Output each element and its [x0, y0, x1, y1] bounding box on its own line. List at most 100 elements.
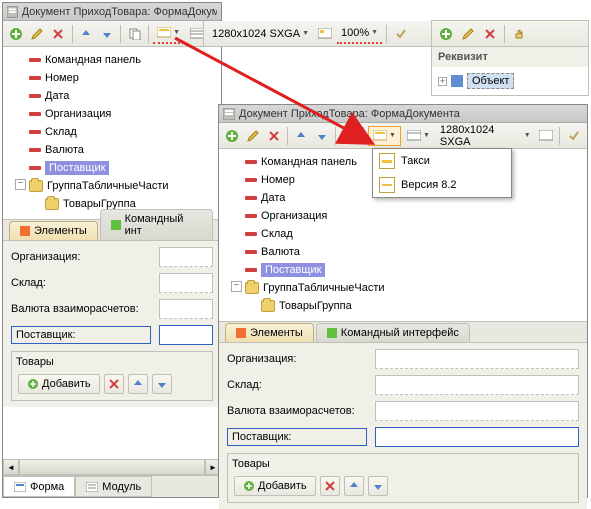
- form-area-1: Организация: Склад: Валюта взаиморасчето…: [3, 241, 221, 407]
- tabbar-2: Элементы Командный интерфейс: [219, 321, 587, 343]
- sklad-input[interactable]: [159, 273, 213, 293]
- side-obj[interactable]: + Объект: [436, 71, 584, 91]
- view-mode-dropdown[interactable]: ▼: [153, 24, 184, 44]
- form-icon: [14, 482, 26, 492]
- toolbar-1b: 1280x1024 SXGA▼ 100%▼: [203, 21, 443, 47]
- scroll-thumb[interactable]: [19, 459, 205, 475]
- side-add[interactable]: [436, 24, 456, 44]
- titlebar-2[interactable]: Документ ПриходТовара: ФормаДокумента: [219, 105, 587, 123]
- tree-group[interactable]: ГруппаТабличныеЧасти: [221, 279, 585, 297]
- delete-row-button[interactable]: [104, 374, 124, 394]
- folder-icon: [261, 300, 275, 312]
- up-button[interactable]: [292, 126, 311, 146]
- down-row-button[interactable]: [152, 374, 172, 394]
- tree-item[interactable]: Склад: [221, 225, 585, 243]
- tree-item[interactable]: Организация: [5, 105, 219, 123]
- org-input[interactable]: [375, 349, 579, 369]
- tree-root[interactable]: Командная панель: [5, 51, 219, 69]
- expand-icon[interactable]: +: [438, 77, 447, 86]
- tree-item[interactable]: Организация: [221, 207, 585, 225]
- tree-item[interactable]: Номер: [5, 69, 219, 87]
- tree-item[interactable]: Валюта: [5, 141, 219, 159]
- check-button[interactable]: [391, 24, 411, 44]
- square-icon: [236, 328, 246, 338]
- hscrollbar-1[interactable]: ◄ ►: [3, 459, 221, 475]
- post-input[interactable]: [375, 427, 579, 447]
- chevron-down-icon: ▼: [302, 30, 309, 37]
- tab-command-interface[interactable]: Командный интерфейс: [316, 323, 470, 342]
- separator: [363, 127, 364, 145]
- popup-taxi[interactable]: Такси: [373, 149, 511, 173]
- obj-icon: [451, 75, 463, 87]
- down-row-button[interactable]: [368, 476, 388, 496]
- plus-icon: [9, 27, 23, 41]
- window-1: Документ ПриходТовара: ФормаДокумента ▼ …: [2, 2, 222, 498]
- title-2: Документ ПриходТовара: ФормаДокумента: [239, 108, 460, 120]
- tab-elements[interactable]: Элементы: [9, 221, 98, 240]
- zoom-dropdown[interactable]: 100%▼: [337, 24, 382, 44]
- copy-button[interactable]: [340, 126, 359, 146]
- x-icon: [269, 131, 279, 141]
- titlebar-1[interactable]: Документ ПриходТовара: ФормаДокумента: [3, 3, 221, 21]
- field-post: Поставщик:: [11, 325, 213, 345]
- tree-item[interactable]: Валюта: [221, 243, 585, 261]
- tree-subitem[interactable]: ТоварыГруппа: [221, 297, 585, 315]
- btab-module[interactable]: Модуль: [75, 476, 152, 497]
- tree-item-selected[interactable]: Поставщик: [5, 159, 219, 177]
- delete-row-button[interactable]: [320, 476, 340, 496]
- delete-button[interactable]: [264, 126, 283, 146]
- arrow-down-icon: [373, 481, 383, 491]
- up-button[interactable]: [77, 24, 96, 44]
- edit-button[interactable]: [244, 126, 263, 146]
- preview-button[interactable]: [537, 126, 556, 146]
- down-button[interactable]: [313, 126, 332, 146]
- org-input[interactable]: [159, 247, 213, 267]
- separator: [335, 127, 336, 145]
- tabbar-1: Элементы Командный инт: [3, 219, 221, 241]
- pencil-icon: [247, 130, 259, 142]
- view-mode-dropdown-2[interactable]: ▼: [368, 126, 401, 146]
- minus-icon: [29, 112, 41, 116]
- resolution-dropdown[interactable]: 1280x1024 SXGA▼: [436, 126, 535, 146]
- up-row-button[interactable]: [128, 374, 148, 394]
- minus-icon: [245, 232, 257, 236]
- minus-icon: [245, 268, 257, 272]
- copy-button[interactable]: [125, 24, 144, 44]
- scroll-left[interactable]: ◄: [3, 459, 19, 475]
- post-input[interactable]: [159, 325, 213, 345]
- minus-icon: [245, 214, 257, 218]
- down-button[interactable]: [97, 24, 116, 44]
- preview-button[interactable]: [315, 24, 335, 44]
- resolution-dropdown[interactable]: 1280x1024 SXGA▼: [208, 24, 313, 44]
- arrow-down-icon: [102, 29, 112, 39]
- tree-1[interactable]: Командная панель Номер Дата Организация …: [3, 47, 221, 219]
- sklad-input[interactable]: [375, 375, 579, 395]
- square-icon: [111, 220, 121, 230]
- delete-button[interactable]: [49, 24, 68, 44]
- side-edit[interactable]: [458, 24, 478, 44]
- add-button[interactable]: [223, 126, 242, 146]
- add-row-button[interactable]: Добавить: [18, 374, 100, 394]
- form-icon: [223, 108, 235, 120]
- edit-button[interactable]: [28, 24, 47, 44]
- side-prop[interactable]: [509, 24, 529, 44]
- up-row-button[interactable]: [344, 476, 364, 496]
- add-row-button[interactable]: Добавить: [234, 476, 316, 496]
- side-delete[interactable]: [480, 24, 500, 44]
- side-tree[interactable]: + Объект: [432, 67, 588, 95]
- tree-group[interactable]: ГруппаТабличныеЧасти: [5, 177, 219, 195]
- valuta-input[interactable]: [375, 401, 579, 421]
- tab-elements[interactable]: Элементы: [225, 323, 314, 342]
- popup-v82[interactable]: Версия 8.2: [373, 173, 511, 197]
- square-icon: [327, 328, 337, 338]
- check-button[interactable]: [564, 126, 583, 146]
- layout-dropdown[interactable]: ▼: [403, 126, 434, 146]
- btab-form[interactable]: Форма: [3, 476, 75, 497]
- arrow-up-icon: [133, 379, 143, 389]
- tree-item[interactable]: Дата: [5, 87, 219, 105]
- tree-item[interactable]: Склад: [5, 123, 219, 141]
- valuta-input[interactable]: [159, 299, 213, 319]
- tree-item-selected[interactable]: Поставщик: [221, 261, 585, 279]
- tab-command-interface[interactable]: Командный инт: [100, 209, 213, 240]
- add-button[interactable]: [7, 24, 26, 44]
